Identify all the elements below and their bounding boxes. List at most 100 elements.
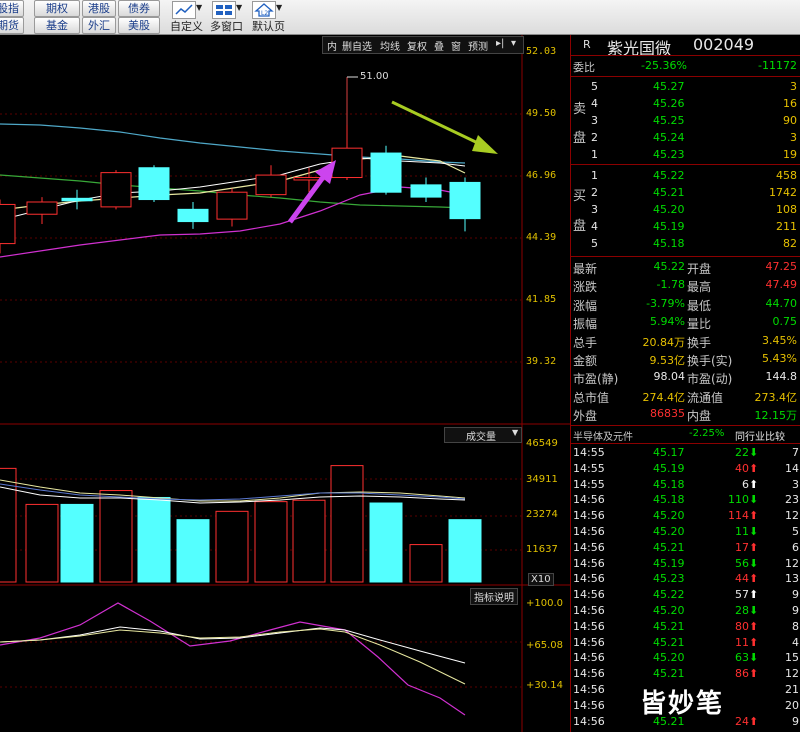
tick-price: 45.20 — [653, 604, 685, 617]
quote-value: 47.25 — [765, 260, 798, 273]
chart-control-adjust[interactable]: 复权 — [407, 38, 427, 53]
order-level: 4 — [591, 220, 598, 233]
tick-count: 13 — [785, 572, 799, 586]
sector-name: 半导体及元件 — [573, 432, 633, 443]
price-axis-label: 39.32 — [526, 356, 557, 367]
toolbar-multiwindow-label[interactable]: 多窗口 — [210, 18, 243, 34]
volume-unit-label: X10 — [528, 573, 554, 586]
chevron-down-icon[interactable]: ▼ — [196, 3, 202, 12]
chevron-down-icon[interactable]: ▼ — [276, 3, 282, 12]
quote-value: 273.4亿 — [754, 390, 798, 404]
price-axis-label: 44.39 — [526, 232, 557, 243]
order-level: 4 — [591, 97, 598, 110]
toolbar-default-page-label[interactable]: 默认页 — [252, 18, 285, 34]
chart-control-end-icon[interactable]: ▸| — [496, 38, 504, 49]
tick-volume: 57 — [735, 588, 749, 602]
order-price: 45.24 — [653, 131, 685, 144]
order-volume: 90 — [783, 114, 797, 127]
order-volume: 19 — [783, 148, 797, 161]
order-price: 45.27 — [653, 80, 685, 93]
order-price: 45.26 — [653, 97, 685, 110]
candle-body — [449, 181, 481, 220]
toolbar-button-futures[interactable]: 期货 — [0, 17, 24, 34]
stock-code: 002049 — [693, 35, 755, 54]
sector-pct: -2.25% — [689, 428, 725, 439]
chart-control-inner[interactable]: 内 — [327, 38, 337, 53]
quote-row: 最新 45.22 开盘 47.25 — [571, 259, 800, 276]
tick-count: 9 — [792, 604, 799, 617]
candle-body — [0, 203, 16, 245]
tick-row: 14:56 45.20 28 ⬇ 9 — [571, 603, 800, 620]
volume-bar — [60, 503, 94, 583]
multi-window-icon[interactable] — [212, 1, 236, 19]
order-level: 1 — [591, 148, 598, 161]
tick-row: 14:56 45.21 86 ⬆ 12 — [571, 666, 800, 683]
tick-time: 14:55 — [573, 446, 605, 459]
sell-label: 盘 — [573, 131, 587, 146]
toolbar-button-options[interactable]: 期权 — [34, 0, 80, 17]
quote-value: -3.79% — [646, 296, 685, 310]
tick-row: 14:55 45.17 22 ⬇ 7 — [571, 445, 800, 462]
sector-compare-button[interactable]: 同行业比较 — [735, 428, 785, 443]
volume-bar — [448, 519, 482, 583]
quote-value: 144.8 — [765, 370, 798, 384]
tick-count: 7 — [792, 446, 799, 459]
custom-layout-icon[interactable] — [172, 1, 196, 19]
quote-label: 外盘 — [573, 409, 598, 424]
arrow-down-icon: ⬇ — [749, 446, 759, 459]
arrow-up-icon: ⬆ — [749, 714, 759, 728]
quote-value: 0.75 — [772, 315, 798, 329]
quote-value: 45.22 — [653, 260, 686, 273]
quote-label: 总市值 — [573, 390, 610, 405]
tick-volume: 56 — [735, 556, 749, 570]
tick-price: 45.21 — [653, 667, 685, 681]
volume-bar — [409, 544, 443, 583]
chart-control-moving-average[interactable]: 均线 — [380, 38, 400, 53]
chevron-down-icon[interactable]: ▼ — [236, 3, 242, 12]
toolbar-button-index[interactable]: 股指 — [0, 0, 24, 17]
candle-body — [331, 147, 363, 179]
order-level: 1 — [591, 169, 598, 182]
tick-volume: 110 — [728, 493, 749, 507]
volume-axis-label: 46549 — [526, 438, 558, 449]
kline-chart-area[interactable]: 内 删自选 均线 复权 叠 窗 预测 ▸| ▾ 52.03 49.50 46.9… — [0, 35, 570, 732]
tick-row: 14:56 45.20 63 ⬇ 15 — [571, 650, 800, 667]
order-row-buy: 5 45.18 82 — [571, 236, 800, 253]
volume-axis-label: 23274 — [526, 509, 558, 520]
tick-volume: 28 — [735, 604, 749, 617]
candlestick-group — [0, 77, 481, 254]
tick-time: 14:56 — [573, 619, 605, 633]
indicator-help-button[interactable]: 指标说明 — [470, 588, 518, 605]
volume-title[interactable]: 成交量 — [466, 428, 496, 443]
tick-time: 14:56 — [573, 525, 605, 538]
arrow-down-icon: ⬇ — [749, 525, 759, 538]
order-level: 3 — [591, 114, 598, 127]
tick-price: 45.20 — [653, 525, 685, 538]
tick-row: 14:56 45.21 11 ⬆ 4 — [571, 635, 800, 652]
toolbar-custom-label[interactable]: 自定义 — [170, 18, 203, 34]
price-axis-label: 46.96 — [526, 170, 557, 181]
weibi-label: 委比 — [573, 61, 595, 74]
home-icon[interactable]: L2 — [252, 1, 276, 19]
arrow-up-icon: ⬆ — [749, 619, 759, 633]
tick-volume: 24 — [735, 714, 749, 728]
toolbar-button-fund[interactable]: 基金 — [34, 17, 80, 34]
quote-value: -1.78 — [656, 278, 685, 292]
chevron-down-icon[interactable]: ▼ — [512, 428, 518, 437]
order-volume: 108 — [776, 203, 797, 216]
chart-control-window[interactable]: 窗 — [451, 38, 461, 53]
chart-control-remove-favorite[interactable]: 删自选 — [342, 38, 372, 53]
toolbar-button-us[interactable]: 美股 — [118, 17, 160, 34]
chart-control-overlay[interactable]: 叠 — [434, 38, 444, 53]
quote-label: 振幅 — [573, 317, 598, 332]
toolbar-button-hk[interactable]: 港股 — [82, 0, 116, 17]
quote-row: 外盘 86835 内盘 12.15万 — [571, 406, 800, 423]
volume-bar — [215, 510, 249, 583]
chart-control-predict[interactable]: 预测 — [468, 38, 488, 53]
tick-time: 14:56 — [573, 714, 605, 728]
quote-row: 涨幅 -3.79% 最低 44.70 — [571, 296, 800, 313]
weibi-row: 委比 -25.36% -11172 — [571, 58, 800, 75]
toolbar-button-forex[interactable]: 外汇 — [82, 17, 116, 34]
toolbar-button-bond[interactable]: 债券 — [118, 0, 160, 17]
chevron-down-icon[interactable]: ▾ — [511, 38, 516, 49]
